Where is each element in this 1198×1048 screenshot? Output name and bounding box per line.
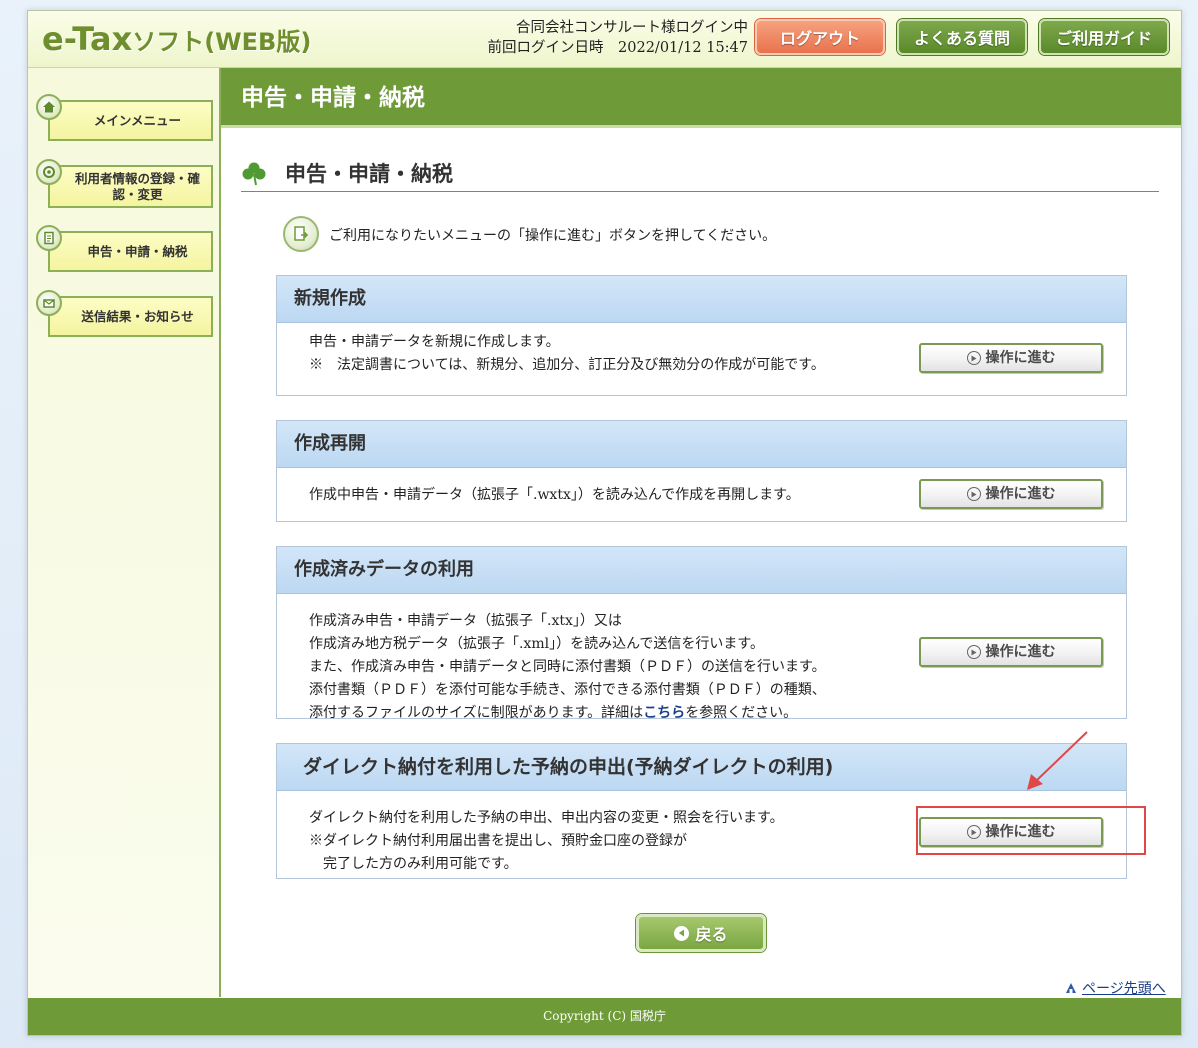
sidebar-item-filing[interactable]: 申告・申請・納税 [36, 225, 213, 272]
play-icon [966, 487, 981, 501]
panel-line: 作成済み申告・申請データ（拡張子「.xtx」）又は [309, 613, 622, 629]
notice-icon [36, 290, 62, 316]
sidebar-item-user-info[interactable]: 利用者情報の登録・確認・変更 [36, 159, 213, 208]
up-arrow-icon [1066, 983, 1076, 993]
play-icon [966, 645, 981, 659]
login-info: 合同会社コンサルート様ログイン中 前回ログイン日時 2022/01/12 15:… [478, 18, 748, 58]
annotation-arrow-icon [1027, 731, 1088, 790]
panel-existing-data: 作成済みデータの利用 作成済み申告・申請データ（拡張子「.xtx」）又は 作成済… [276, 546, 1127, 721]
panel-title: 作成済みデータの利用 [277, 547, 1126, 594]
go-button-new[interactable]: 操作に進む [919, 343, 1103, 373]
go-button-resume[interactable]: 操作に進む [919, 479, 1103, 509]
play-icon [966, 825, 981, 839]
sidebar-item-label: 利用者情報の登録・確認・変更 [74, 170, 200, 202]
panel-body: 作成済み申告・申請データ（拡張子「.xtx」）又は 作成済み地方税データ（拡張子… [277, 594, 1126, 728]
go-button-label: 操作に進む [985, 485, 1056, 502]
logo: e-Taxソフト(WEB版) [42, 19, 311, 59]
panel-direct-payment: ダイレクト納付を利用した予納の申出(予納ダイレクトの利用) ダイレクト納付を利用… [276, 743, 1127, 879]
panel-line: 完了した方のみ利用可能です。 [309, 856, 518, 872]
back-button-label: 戻る [695, 925, 728, 944]
header: e-Taxソフト(WEB版) 合同会社コンサルート様ログイン中 前回ログイン日時… [28, 11, 1181, 68]
panel-title: ダイレクト納付を利用した予納の申出(予納ダイレクトの利用) [277, 744, 1126, 791]
panel-body: 申告・申請データを新規に作成します。 ※ 法定調書については、新規分、追加分、訂… [277, 323, 1126, 397]
app-window: e-Taxソフト(WEB版) 合同会社コンサルート様ログイン中 前回ログイン日時… [27, 10, 1182, 1036]
footer: Copyright (C) 国税庁 [28, 998, 1181, 1035]
details-link[interactable]: こちら [643, 705, 685, 721]
home-icon [36, 94, 62, 120]
sidebar-item-results[interactable]: 送信結果・お知らせ [36, 290, 213, 337]
sidebar-item-main-menu[interactable]: メインメニュー [36, 94, 213, 141]
page-top-link[interactable]: ページ先頭へ [1064, 978, 1166, 998]
panel-body: 作成中申告・申請データ（拡張子「.wxtx」）を読み込んで作成を再開します。 操… [277, 468, 1126, 531]
section-title: 申告・申請・納税 [241, 156, 1159, 192]
panel-resume: 作成再開 作成中申告・申請データ（拡張子「.wxtx」）を読み込んで作成を再開し… [276, 420, 1127, 522]
go-button-label: 操作に進む [985, 823, 1056, 840]
panel-line: 添付するファイルのサイズに制限があります。詳細はこちらを参照ください。 [309, 702, 1126, 725]
panel-title: 新規作成 [277, 276, 1126, 323]
sidebar: メインメニュー 利用者情報の登録・確認・変更 申告・申請・納税 送信結果・お知ら… [28, 68, 221, 997]
document-icon [36, 225, 62, 251]
go-button-label: 操作に進む [985, 349, 1056, 366]
last-login: 前回ログイン日時 2022/01/12 15:47 [487, 40, 748, 56]
go-button-label: 操作に進む [985, 643, 1056, 660]
back-arrow-icon [674, 925, 690, 941]
main-content: 申告・申請・納税 申告・申請・納税 ご利用になりたいメニューの「操作に進む」ボタ… [221, 68, 1181, 997]
play-icon [966, 351, 981, 365]
panel-line: 添付書類（ＰＤＦ）を添付可能な手続き、添付できる添付書類（ＰＤＦ）の種類、 [309, 682, 826, 698]
panel-line-text: を参照ください。 [685, 705, 798, 721]
instruction-text: ご利用になりたいメニューの「操作に進む」ボタンを押してください。 [329, 228, 777, 244]
logo-sub: ソフト(WEB版) [132, 28, 312, 56]
go-button-existing-data[interactable]: 操作に進む [919, 637, 1103, 667]
section-title-text: 申告・申請・納税 [285, 161, 453, 186]
login-user: 合同会社コンサルート様ログイン中 [516, 20, 748, 36]
page-top-label: ページ先頭へ [1082, 981, 1166, 997]
page-title: 申告・申請・納税 [221, 68, 1181, 128]
arrow-document-icon [283, 216, 319, 252]
logo-main: e-Tax [42, 20, 133, 58]
faq-button[interactable]: よくある質問 [897, 19, 1027, 55]
panel-title: 作成再開 [277, 421, 1126, 468]
back-button[interactable]: 戻る [636, 914, 766, 952]
go-button-direct-payment[interactable]: 操作に進む [919, 817, 1103, 847]
instruction: ご利用になりたいメニューの「操作に進む」ボタンを押してください。 [283, 216, 776, 252]
panel-body: ダイレクト納付を利用した予納の申出、申出内容の変更・照会を行います。 ※ダイレク… [277, 791, 1126, 888]
panel-line-text: 添付するファイルのサイズに制限があります。詳細は [309, 705, 644, 721]
panel-new: 新規作成 申告・申請データを新規に作成します。 ※ 法定調書については、新規分、… [276, 275, 1127, 396]
guide-button[interactable]: ご利用ガイド [1039, 19, 1169, 55]
sidebar-item-label: メインメニュー [93, 112, 182, 128]
logout-button[interactable]: ログアウト [755, 19, 885, 55]
sidebar-item-label: 送信結果・お知らせ [81, 308, 194, 324]
sidebar-item-label: 申告・申請・納税 [87, 243, 188, 259]
user-info-icon [36, 159, 62, 185]
clover-icon [241, 161, 267, 187]
